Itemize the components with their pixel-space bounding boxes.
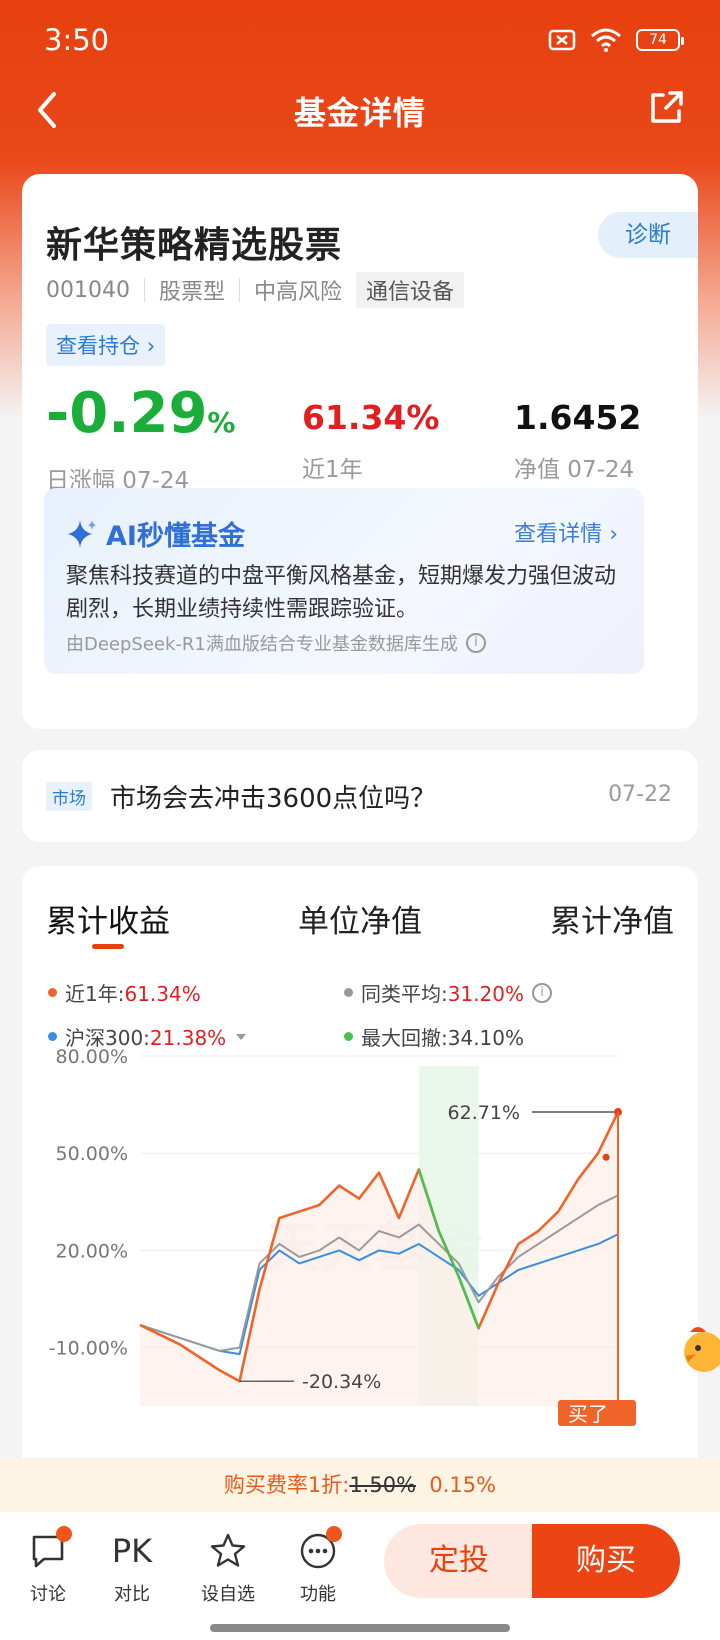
diagnose-button[interactable]: 诊断 xyxy=(598,212,698,258)
buy-marker-label: 买了 xyxy=(568,1402,608,1426)
return-chart[interactable]: 80.00%50.00%20.00%-10.00%天天基金62.71%-20.3… xyxy=(22,866,698,1426)
ai-source-text: 由DeepSeek-R1满血版结合专业基金数据库生成 xyxy=(66,634,458,655)
status-bar: 3:50 74 xyxy=(44,20,684,60)
fee-bar: 购买费率1折:1.50% 0.15% xyxy=(0,1458,720,1512)
star-icon xyxy=(210,1533,246,1567)
mascot-icon[interactable] xyxy=(676,1318,720,1378)
info-icon[interactable]: i xyxy=(465,633,486,653)
year-return-value: 61.34% xyxy=(302,398,440,437)
bottom-toolbar: 讨论 PK 对比 设自选 功能 定投 购买 xyxy=(0,1512,720,1640)
view-holdings-label: 查看持仓 xyxy=(56,334,140,358)
fund-card: 新华策略精选股票 诊断 001040 股票型 中高风险 通信设备 查看持仓 › … xyxy=(22,174,698,729)
y-tick-label: 80.00% xyxy=(56,1046,128,1068)
divider xyxy=(239,278,240,302)
view-holdings-button[interactable]: 查看持仓 › xyxy=(46,324,166,366)
notification-dot xyxy=(326,1526,342,1542)
notification-dot xyxy=(56,1526,72,1542)
ai-view-detail-label: 查看详情 xyxy=(514,522,603,547)
fund-type: 股票型 xyxy=(158,280,225,305)
daily-change-value: -0.29 xyxy=(46,381,208,446)
news-date: 07-22 xyxy=(608,782,672,807)
y-tick-label: -10.00% xyxy=(49,1338,128,1360)
status-time: 3:50 xyxy=(44,23,110,57)
sparkle-icon xyxy=(68,519,96,548)
daily-change-unit: % xyxy=(207,406,236,439)
y-tick-label: 50.00% xyxy=(56,1143,128,1165)
chevron-right-icon: › xyxy=(609,522,618,547)
discuss-label: 讨论 xyxy=(30,1584,66,1605)
year-return-stat: 61.34% 近1年 xyxy=(302,396,439,484)
area-fill xyxy=(140,1112,618,1406)
ai-title: AI秒懂基金 xyxy=(66,514,245,553)
battery-icon: 74 xyxy=(636,29,684,51)
chevron-right-icon: › xyxy=(146,334,156,358)
wifi-icon xyxy=(591,28,621,52)
compare-label: 对比 xyxy=(114,1584,150,1605)
home-indicator xyxy=(210,1624,510,1632)
pk-icon: PK xyxy=(111,1532,153,1570)
compare-button[interactable]: PK 对比 xyxy=(92,1526,172,1606)
min-annotation: -20.34% xyxy=(302,1371,381,1393)
news-title: 市场会去冲击3600点位吗？ xyxy=(110,784,437,814)
max-annotation: 62.71% xyxy=(448,1102,520,1124)
ai-summary-box[interactable]: AI秒懂基金 查看详情 › 聚焦科技赛道的中盘平衡风格基金，短期爆发力强但波动剧… xyxy=(44,488,644,674)
ai-source: 由DeepSeek-R1满血版结合专业基金数据库生成 i xyxy=(66,630,486,656)
fund-risk: 中高风险 xyxy=(254,280,343,305)
ai-title-text: AI秒懂基金 xyxy=(106,521,245,552)
news-card[interactable]: 市场 市场会去冲击3600点位吗？ 07-22 xyxy=(22,750,698,842)
fund-sector-tag[interactable]: 通信设备 xyxy=(356,272,465,308)
more-label: 功能 xyxy=(300,1584,336,1605)
nav-value: 1.6452 xyxy=(514,398,642,437)
ai-view-detail-link[interactable]: 查看详情 › xyxy=(514,516,618,548)
buy-point xyxy=(602,1153,610,1161)
divider xyxy=(143,278,145,302)
nav-stat: 1.6452 净值 07-24 xyxy=(514,396,641,484)
nav-bar: 基金详情 xyxy=(0,80,720,140)
nav-label: 净值 07-24 xyxy=(514,457,635,483)
watch-label: 设自选 xyxy=(201,1584,255,1605)
fund-meta: 001040 股票型 中高风险 通信设备 xyxy=(46,272,465,308)
discuss-button[interactable]: 讨论 xyxy=(8,1526,88,1606)
add-watchlist-button[interactable]: 设自选 xyxy=(188,1526,268,1606)
share-icon[interactable] xyxy=(648,90,684,126)
fee-new-rate: 0.15% xyxy=(429,1473,497,1497)
buy-button[interactable]: 购买 xyxy=(532,1524,680,1598)
status-icons: 74 xyxy=(548,28,684,52)
page-title: 基金详情 xyxy=(293,94,426,132)
fee-old-rate: 1.50% xyxy=(349,1473,417,1497)
fund-name: 新华策略精选股票 xyxy=(46,225,343,266)
ai-summary-text: 聚焦科技赛道的中盘平衡风格基金，短期爆发力强但波动剧烈，长期业绩持续性需跟踪验证… xyxy=(66,564,617,622)
fund-code: 001040 xyxy=(46,277,130,303)
auto-invest-button[interactable]: 定投 xyxy=(384,1524,534,1598)
sim-off-icon xyxy=(548,29,576,51)
daily-change-stat: -0.29% 日涨幅 07-24 xyxy=(46,382,235,495)
more-functions-button[interactable]: 功能 xyxy=(278,1526,358,1606)
news-tag: 市场 xyxy=(46,782,92,811)
fee-prefix: 购买费率1折: xyxy=(223,1473,350,1497)
y-tick-label: 20.00% xyxy=(56,1240,128,1262)
year-return-label: 近1年 xyxy=(302,457,363,483)
